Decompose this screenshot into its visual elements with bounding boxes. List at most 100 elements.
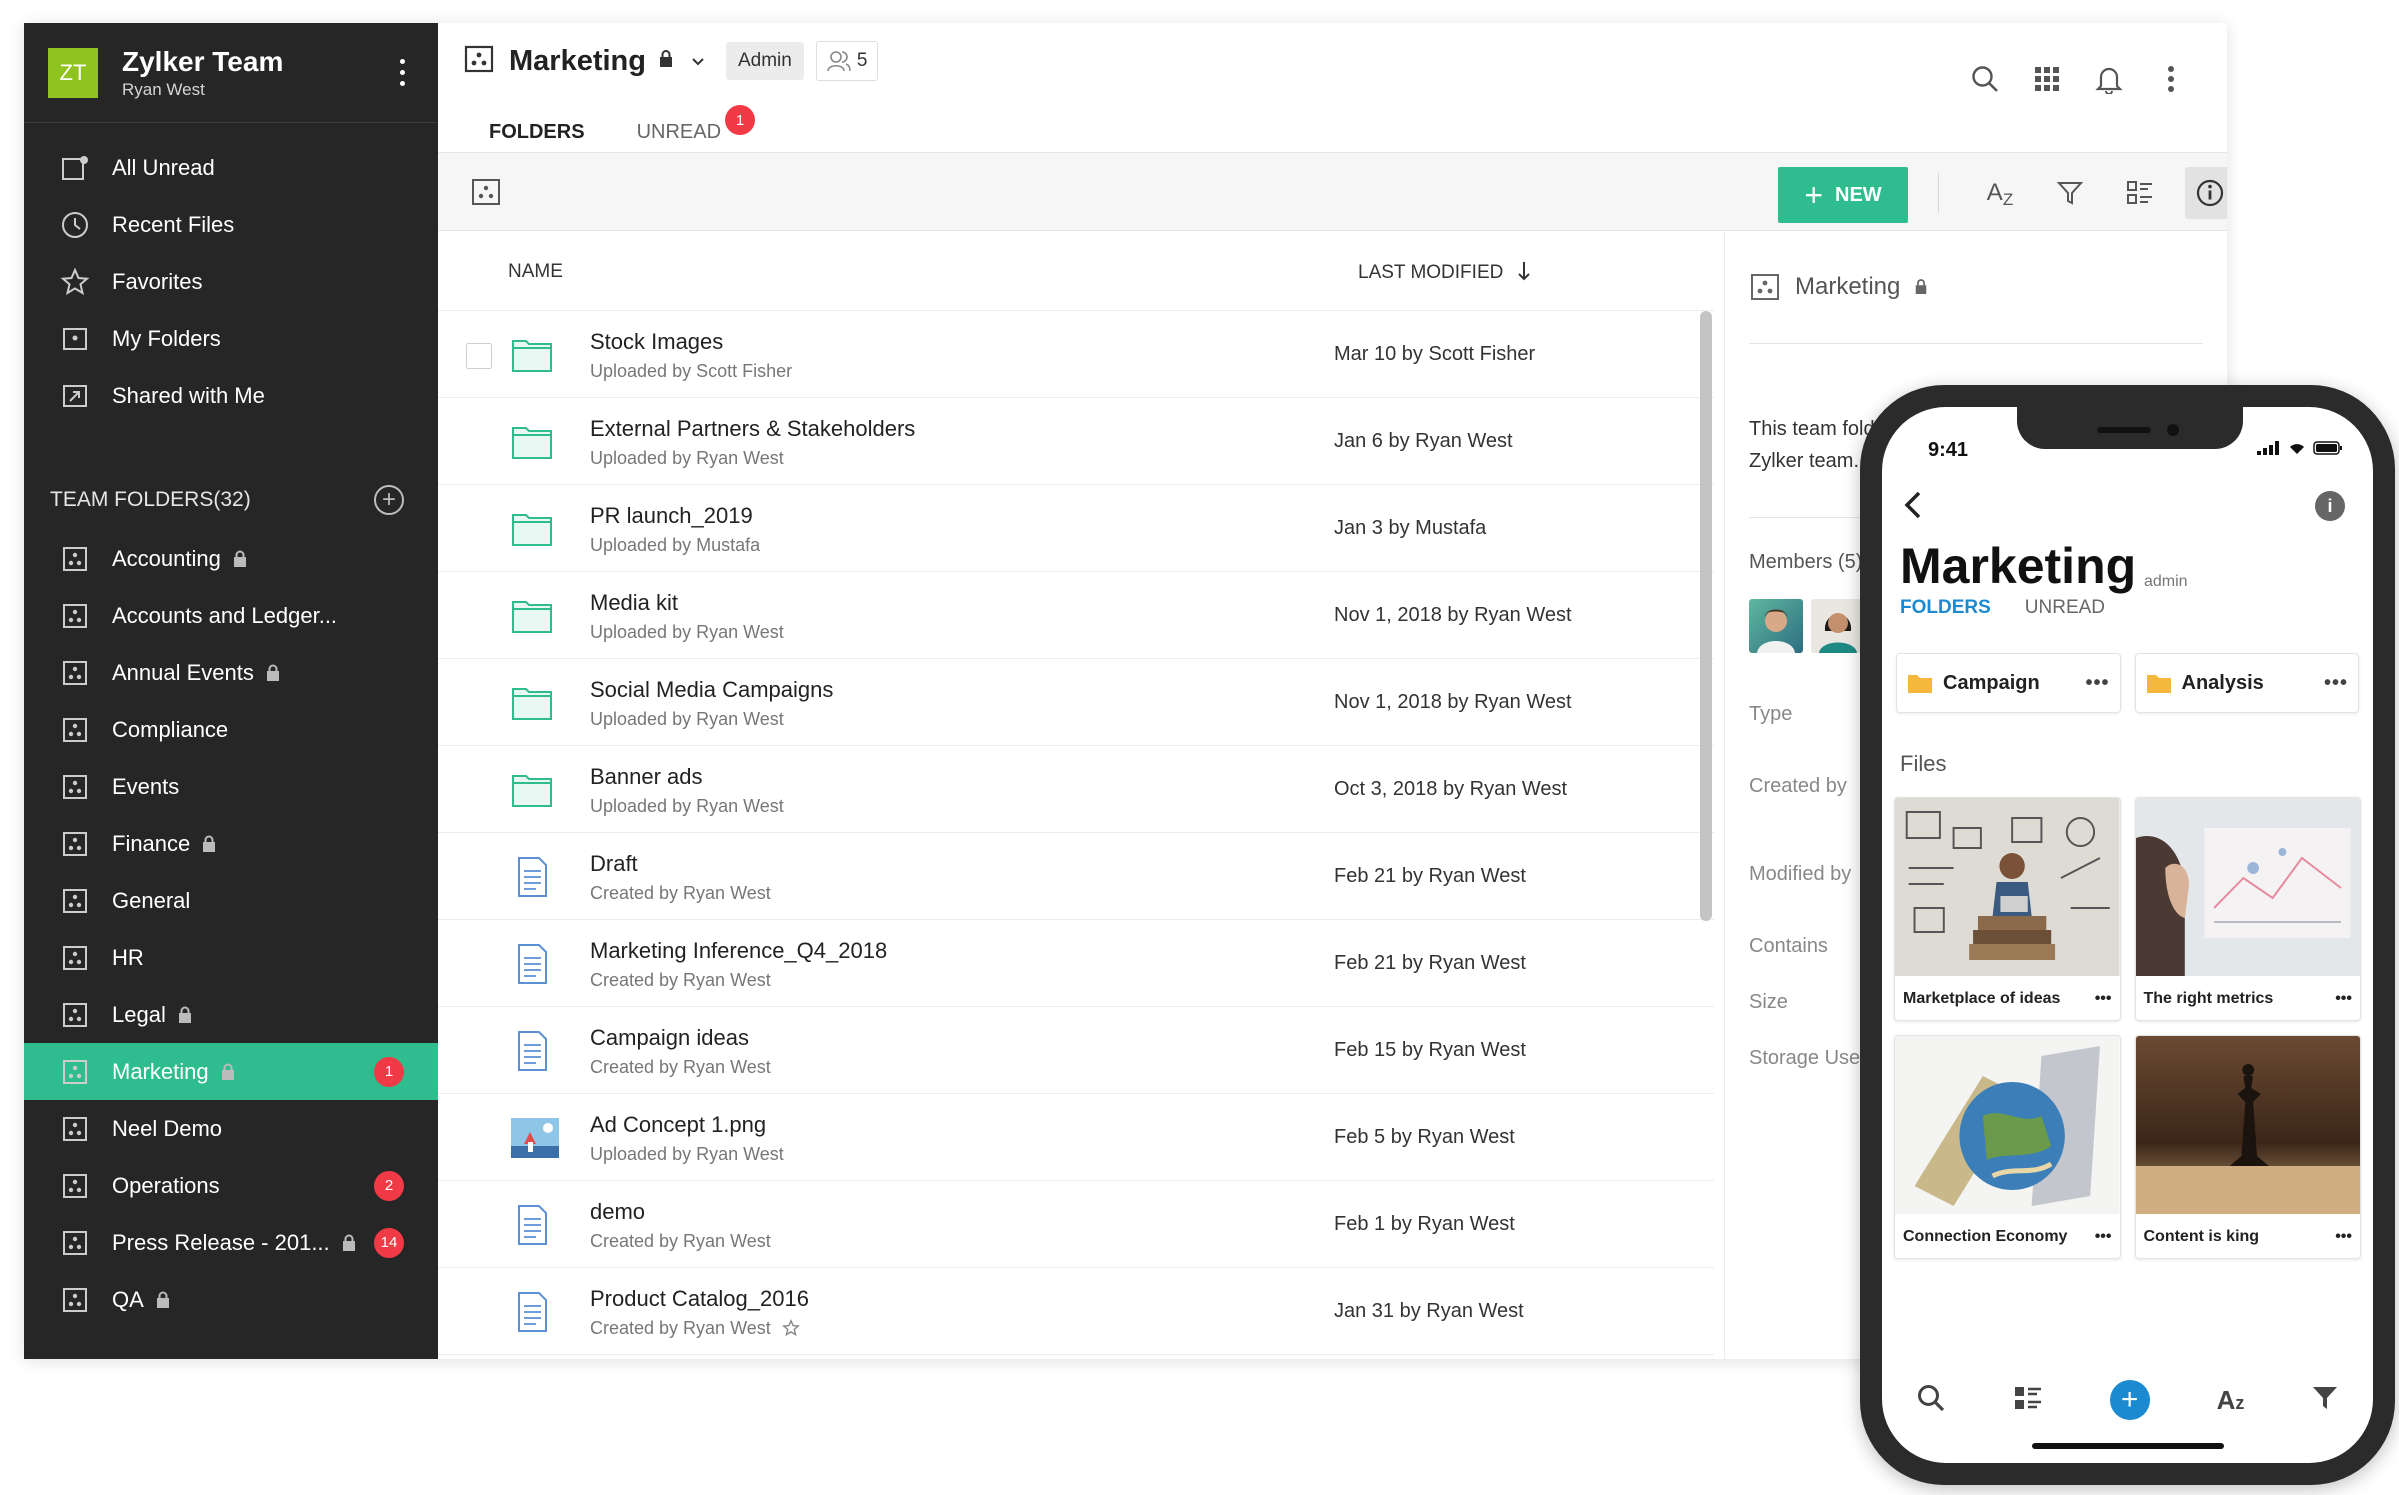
sidebar-item-accounts-and-ledger[interactable]: Accounts and Ledger... [24, 587, 438, 644]
sidebar-item-compliance[interactable]: Compliance [24, 701, 438, 758]
sort-az-icon[interactable]: AZ [1975, 167, 2025, 219]
sidebar-item-recent-files[interactable]: Recent Files [24, 196, 438, 253]
more-dots-icon[interactable]: ••• [2095, 1228, 2112, 1246]
filter-icon[interactable] [2045, 167, 2095, 219]
more-dots-icon[interactable]: ••• [2324, 672, 2348, 695]
file-name[interactable]: Campaign ideas [590, 1025, 749, 1051]
phone-tab-unread[interactable]: UNREAD [2025, 597, 2105, 619]
file-name[interactable]: demo [590, 1199, 645, 1225]
column-last-modified[interactable]: LAST MODIFIED [1358, 261, 1531, 284]
phone-folder-card[interactable]: Campaign ••• [1896, 653, 2121, 713]
file-name[interactable]: Draft [590, 851, 638, 877]
column-label: LAST MODIFIED [1358, 262, 1504, 283]
phone-file-card[interactable]: Connection Economy ••• [1894, 1035, 2121, 1259]
table-row[interactable]: Marketing Inference_Q4_2018 Created by Ry… [438, 920, 1714, 1007]
add-icon[interactable]: + [2109, 1380, 2150, 1420]
arrow-down-icon [1517, 262, 1530, 281]
sidebar-item-favorites[interactable]: Favorites [24, 253, 438, 310]
new-button[interactable]: + NEW [1778, 167, 1908, 223]
sidebar-item-shared-with-me[interactable]: Shared with Me [24, 367, 438, 424]
add-team-folder-icon[interactable]: + [374, 485, 404, 515]
sidebar-item-marketing[interactable]: Marketing 1 [24, 1043, 438, 1100]
sidebar-item-legal[interactable]: Legal [24, 986, 438, 1043]
table-row[interactable]: Banner ads Uploaded by Ryan West Oct 3, 20… [438, 746, 1714, 833]
file-name[interactable]: Marketing Inference_Q4_2018 [590, 938, 887, 964]
sidebar-item-all-unread[interactable]: All Unread [24, 139, 438, 196]
table-row[interactable]: Product Catalog_2016 Created by Ryan West… [438, 1268, 1714, 1355]
table-row[interactable]: Ad Concept 1.png Uploaded by Ryan West Feb… [438, 1094, 1714, 1181]
sidebar-item-hr[interactable]: HR [24, 929, 438, 986]
top-bar: Marketing Admin 5 FOLDERS UNREAD 1 [438, 23, 2227, 165]
list-view-icon[interactable] [2013, 1384, 2043, 1417]
sidebar-item-qa[interactable]: QA [24, 1271, 438, 1328]
more-dots-icon[interactable]: ••• [2085, 672, 2109, 695]
table-row[interactable]: Social Media Campaigns Uploaded by Ryan W… [438, 659, 1714, 746]
file-name[interactable]: Banner ads [590, 764, 703, 790]
star-icon[interactable] [781, 1319, 800, 1337]
phone-info-icon[interactable]: i [2315, 491, 2345, 521]
sidebar-item-operations[interactable]: Operations 2 [24, 1157, 438, 1214]
file-name[interactable]: Product Catalog_2016 [590, 1286, 809, 1312]
apps-grid-icon[interactable] [2031, 63, 2063, 95]
sidebar-item-events[interactable]: Events [24, 758, 438, 815]
phone-folders: Campaign ••• Analysis ••• [1896, 653, 2359, 713]
row-checkbox[interactable] [466, 343, 492, 369]
table-row[interactable]: demo Created by Ryan West Feb 1 by Ryan We… [438, 1181, 1714, 1268]
more-dots-icon[interactable]: ••• [2095, 990, 2112, 1008]
phone-page-title: Marketing [1900, 538, 2137, 594]
table-row[interactable]: PR launch_2019 Uploaded by Mustafa Jan 3 b… [438, 485, 1714, 572]
sidebar-item-label: Accounting [112, 545, 221, 571]
chevron-down-icon[interactable] [690, 53, 706, 69]
members-button[interactable]: 5 [815, 41, 879, 81]
phone-file-card[interactable]: The right metrics ••• [2134, 797, 2361, 1021]
table-row[interactable]: Media kit Uploaded by Ryan West Nov 1, 201… [438, 572, 1714, 659]
view-toggle-icon[interactable] [2115, 167, 2165, 219]
file-name[interactable]: Social Media Campaigns [590, 677, 833, 703]
search-icon[interactable] [1969, 63, 2001, 95]
filter-icon[interactable] [2311, 1384, 2339, 1417]
list-scrollbar[interactable] [1700, 311, 1712, 921]
file-name[interactable]: Ad Concept 1.png [590, 1112, 766, 1138]
table-row[interactable]: Draft Created by Ryan West Feb 21 by Ryan … [438, 833, 1714, 920]
team-folder-icon [58, 656, 92, 690]
sidebar-item-my-folders[interactable]: My Folders [24, 310, 438, 367]
upload-folder-icon[interactable] [470, 177, 502, 212]
more-dots-icon[interactable]: ••• [2335, 990, 2352, 1008]
phone-tab-folders[interactable]: FOLDERS [1900, 597, 1991, 619]
search-icon[interactable] [1916, 1383, 1946, 1418]
phone-file-card[interactable]: Marketplace of ideas ••• [1894, 797, 2121, 1021]
file-name[interactable]: Stock Images [590, 329, 723, 355]
phone-screen: 9:41 i Marketing admin FOLDERS UNREAD Ca… [1882, 407, 2373, 1463]
sidebar-item-general[interactable]: General [24, 872, 438, 929]
more-options-icon[interactable] [2155, 63, 2187, 95]
team-menu-icon[interactable] [390, 53, 414, 93]
file-name[interactable]: External Partners & Stakeholders [590, 416, 915, 442]
detail-label-contains: Contains [1749, 935, 1828, 957]
sidebar-item-annual-events[interactable]: Annual Events [24, 644, 438, 701]
sort-az-icon[interactable]: Az [2217, 1385, 2245, 1416]
file-name[interactable]: PR launch_2019 [590, 503, 753, 529]
unread-badge: 14 [374, 1227, 404, 1258]
sidebar-item-label: Press Release - 201... [112, 1229, 330, 1255]
phone-notch [2017, 407, 2243, 449]
sidebar-item-accounting[interactable]: Accounting [24, 530, 438, 587]
back-arrow-icon[interactable] [1902, 487, 1924, 529]
more-dots-icon[interactable]: ••• [2335, 1228, 2352, 1246]
column-name[interactable]: NAME [508, 261, 563, 283]
member-avatar[interactable] [1811, 599, 1865, 653]
sidebar-item-press-release-201[interactable]: Press Release - 201... 14 [24, 1214, 438, 1271]
team-header[interactable]: ZT Zylker Team Ryan West [24, 23, 438, 123]
file-thumbnail [1895, 798, 2120, 976]
info-icon[interactable] [2185, 167, 2227, 219]
phone-file-card[interactable]: Content is king ••• [2134, 1035, 2361, 1259]
table-row[interactable]: External Partners & Stakeholders Uploaded… [438, 398, 1714, 485]
table-row[interactable]: Stock Images Uploaded by Scott Fisher Mar … [438, 311, 1714, 398]
table-row[interactable]: Campaign ideas Created by Ryan West Feb 15… [438, 1007, 1714, 1094]
sidebar-item-finance[interactable]: Finance [24, 815, 438, 872]
phone-folder-card[interactable]: Analysis ••• [2134, 653, 2359, 713]
file-name[interactable]: Media kit [590, 590, 678, 616]
sidebar-item-neel-demo[interactable]: Neel Demo [24, 1100, 438, 1157]
team-folder-icon [58, 542, 92, 576]
bell-icon[interactable] [2093, 63, 2125, 95]
member-avatar[interactable] [1749, 599, 1803, 653]
